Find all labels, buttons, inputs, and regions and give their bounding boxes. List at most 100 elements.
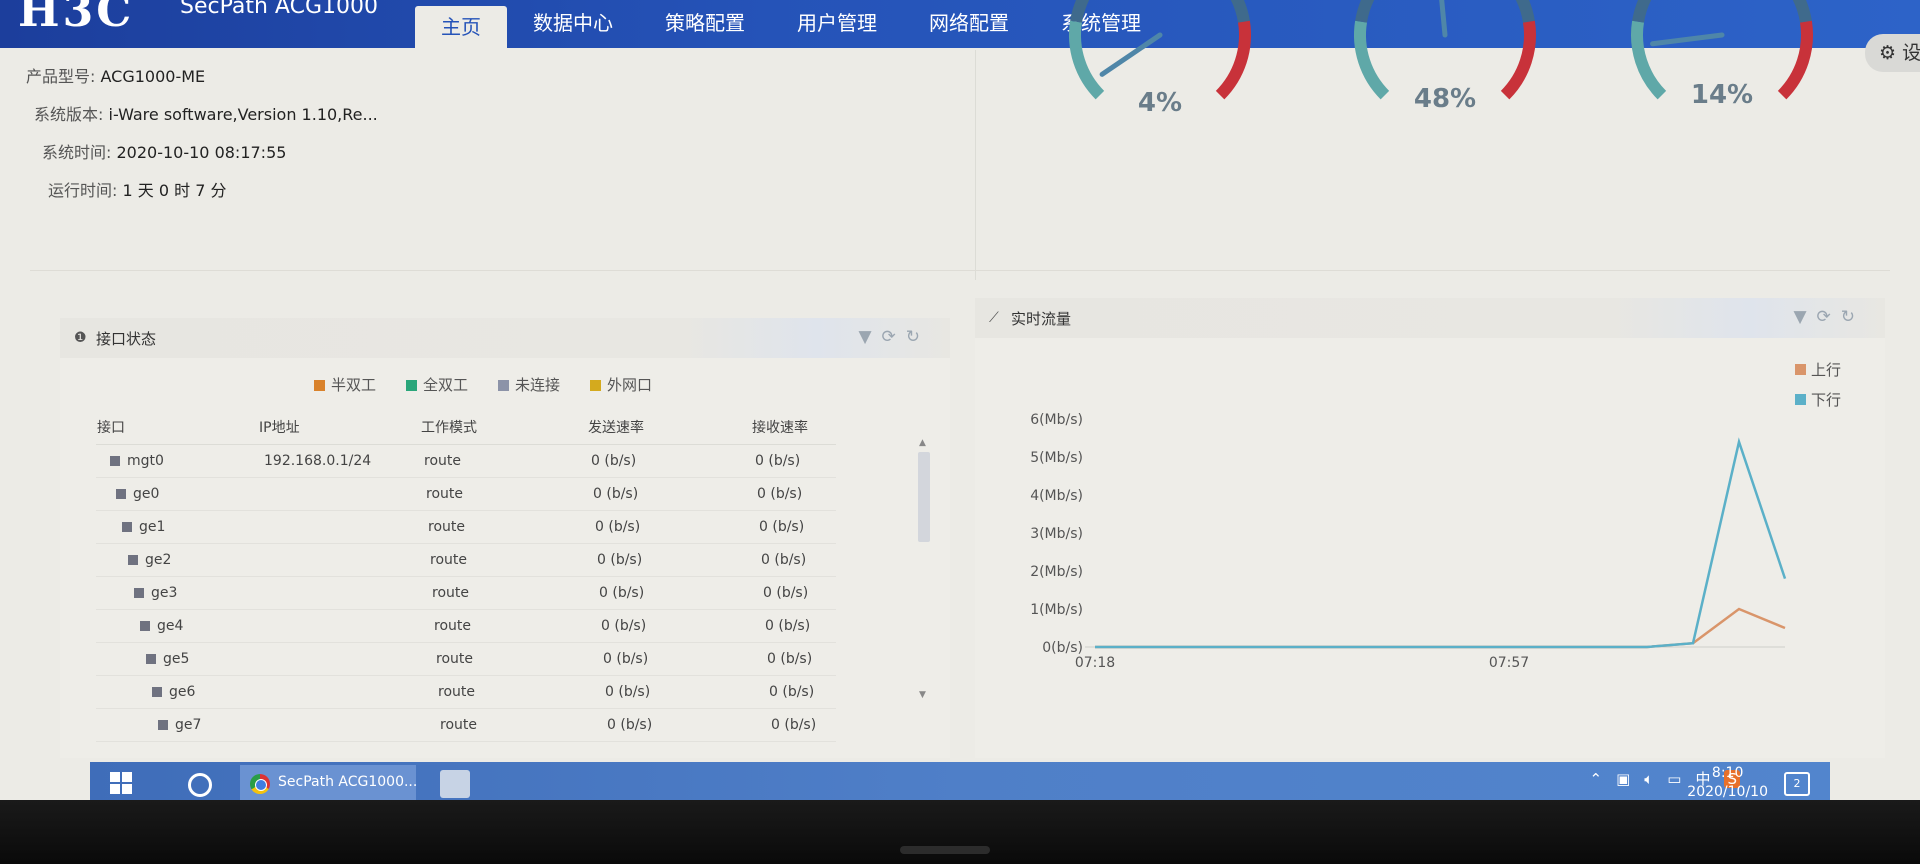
x-tick-label: 07:18 [1075, 655, 1115, 670]
legend-swatch [498, 380, 510, 391]
rx-rate-cell: 0 (b/s) [751, 477, 836, 511]
mode-cell: route [420, 675, 587, 709]
y-tick-label: 5(Mb/s) [1030, 450, 1083, 466]
chrome-icon-center [255, 779, 267, 791]
table-row[interactable]: mgt0 192.168.0.1/24 route 0 (b/s) 0 (b/s) [96, 444, 836, 478]
interface-name[interactable]: ge5 [163, 651, 189, 667]
scroll-up-arrow[interactable]: ▲ [919, 438, 926, 448]
col-header-rx[interactable]: 接收速率 [751, 410, 836, 445]
notification-center-icon[interactable]: 2 [1784, 772, 1810, 796]
tx-rate-cell: 0 (b/s) [587, 642, 751, 676]
taskbar-chrome-app[interactable]: SecPath ACG1000... [240, 765, 417, 805]
tx-rate-cell: 0 (b/s) [587, 708, 751, 742]
tray-network-icon[interactable]: ▣ [1616, 770, 1630, 788]
nav-tab-policy-config[interactable]: 策略配置 [639, 0, 771, 46]
legend-label: 全双工 [423, 376, 469, 394]
table-row[interactable]: ge3 route 0 (b/s) 0 (b/s) [96, 576, 836, 610]
cortana-search-icon[interactable] [188, 773, 212, 797]
uptime-label: 运行时间: [48, 181, 118, 200]
interface-status-square-icon [158, 720, 168, 730]
tray-display-icon[interactable]: ▭ [1667, 770, 1681, 788]
table-row[interactable]: ge2 route 0 (b/s) 0 (b/s) [96, 543, 836, 577]
legend-swatch [1795, 364, 1806, 375]
interface-name[interactable]: ge4 [157, 618, 183, 634]
col-header-tx[interactable]: 发送速率 [587, 410, 751, 445]
windows-start-icon[interactable] [110, 772, 132, 794]
interface-name[interactable]: ge6 [169, 684, 195, 700]
interface-name-cell: ge7 [96, 708, 258, 742]
interface-name-cell: mgt0 [96, 444, 258, 478]
taskbar-clock[interactable]: 8:10 2020/10/10 [1687, 764, 1768, 802]
interface-status-square-icon [140, 621, 150, 631]
gauge-arc-low [1069, 20, 1105, 100]
table-row[interactable]: ge0 route 0 (b/s) 0 (b/s) [96, 477, 836, 511]
interface-name-cell: ge6 [96, 675, 258, 709]
ip-cell [258, 543, 420, 577]
system-info: 产品型号: ACG1000-ME 系统版本: i-Ware software,V… [26, 62, 378, 214]
interface-name[interactable]: ge1 [139, 519, 165, 535]
legend-label[interactable]: 下行 [1811, 391, 1841, 409]
table-row[interactable]: ge6 route 0 (b/s) 0 (b/s) [96, 675, 836, 709]
table-row[interactable]: ge4 route 0 (b/s) 0 (b/s) [96, 609, 836, 643]
session-gauge: 14% [1612, 0, 1832, 130]
y-tick-label: 1(Mb/s) [1030, 602, 1083, 618]
interface-name[interactable]: ge2 [145, 552, 171, 568]
legend-swatch [1795, 394, 1806, 405]
legend-item[interactable]: 半双工 [314, 374, 376, 395]
product-name: SecPath ACG1000 [180, 0, 378, 19]
nav-tab-data-center[interactable]: 数据中心 [507, 0, 639, 46]
gauge-needle [1099, 32, 1163, 77]
legend-item[interactable]: 未连接 [498, 374, 560, 395]
settings-button[interactable]: ⚙ 设 [1865, 34, 1920, 72]
table-row[interactable]: ge7 route 0 (b/s) 0 (b/s) [96, 708, 836, 742]
gauge-dial [1354, 0, 1536, 100]
legend-swatch [406, 380, 418, 391]
ip-cell [258, 642, 420, 676]
rx-rate-cell: 0 (b/s) [751, 642, 836, 676]
col-header-ip[interactable]: IP地址 [258, 410, 420, 445]
table-scrollbar-thumb[interactable] [918, 452, 930, 542]
panel-tools[interactable]: ▼⟳↻ [858, 327, 930, 347]
interface-name[interactable]: ge7 [175, 717, 201, 733]
ip-cell [258, 675, 420, 709]
legend-label[interactable]: 上行 [1811, 361, 1841, 379]
interface-status-square-icon [128, 555, 138, 565]
interface-status-square-icon [122, 522, 132, 532]
col-header-mode[interactable]: 工作模式 [420, 410, 587, 445]
windows-taskbar: SecPath ACG1000... ⌃ ▣ 🔈︎ ▭ 中 S 8:10 202… [90, 762, 1830, 805]
tray-chevron-icon[interactable]: ⌃ [1589, 770, 1602, 788]
notification-count: 2 [1793, 777, 1801, 790]
ip-cell [258, 576, 420, 610]
ip-cell [258, 708, 420, 742]
nav-tab-network-config[interactable]: 网络配置 [903, 0, 1035, 46]
table-row[interactable]: ge1 route 0 (b/s) 0 (b/s) [96, 510, 836, 544]
interface-name[interactable]: ge0 [133, 486, 159, 502]
ip-cell [258, 477, 420, 511]
legend-item[interactable]: 全双工 [406, 374, 468, 395]
table-row[interactable]: ge5 route 0 (b/s) 0 (b/s) [96, 642, 836, 676]
interface-legend: 半双工 全双工 未连接 外网口 [314, 374, 652, 395]
interface-name-cell: ge0 [96, 477, 258, 511]
ip-cell [258, 510, 420, 544]
rx-rate-cell: 0 (b/s) [751, 543, 836, 577]
interface-name[interactable]: mgt0 [127, 453, 164, 469]
nav-tab-user-management[interactable]: 用户管理 [771, 0, 903, 46]
y-tick-label: 0(b/s) [1042, 640, 1083, 656]
scroll-down-arrow[interactable]: ▼ [919, 690, 926, 700]
line-chart-icon: ⟋ [989, 310, 999, 326]
monitor-bezel-bottom [0, 800, 1920, 864]
panel-header: ❶ 接口状态 ▼⟳↻ [60, 318, 950, 358]
tray-volume-icon[interactable]: 🔈︎ [1644, 770, 1653, 788]
taskbar-app-icon[interactable] [440, 770, 470, 798]
interface-name[interactable]: ge3 [151, 585, 177, 601]
col-header-interface[interactable]: 接口 [96, 410, 258, 445]
rx-rate-cell: 0 (b/s) [751, 708, 836, 742]
nav-tab-home[interactable]: 主页 [415, 6, 507, 48]
x-tick-label: 07:57 [1489, 655, 1529, 670]
panel-tools[interactable]: ▼⟳↻ [1793, 307, 1865, 327]
interface-name-cell: ge2 [96, 543, 258, 577]
settings-label: 设 [1902, 42, 1920, 64]
legend-label: 未连接 [515, 376, 561, 394]
legend-item[interactable]: 外网口 [590, 374, 652, 395]
table-header-row: 接口 IP地址 工作模式 发送速率 接收速率 [96, 410, 836, 445]
